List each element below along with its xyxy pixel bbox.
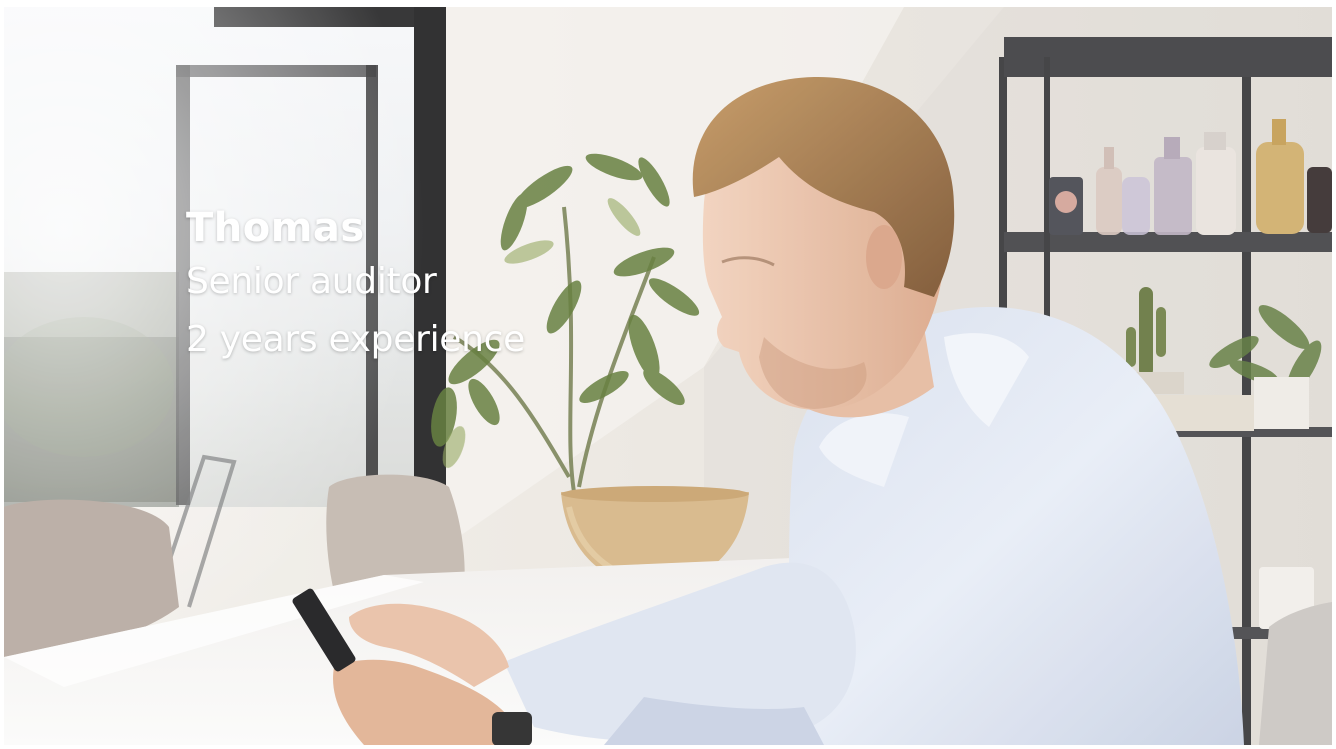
video-frame: Thomas Senior auditor 2 years experience <box>4 7 1332 745</box>
person-name: Thomas <box>186 205 365 251</box>
office-scene <box>4 7 1332 745</box>
person-caption: Thomas Senior auditor 2 years experience <box>186 203 525 369</box>
person-experience: 2 years experience <box>186 319 525 360</box>
person-role: Senior auditor <box>186 261 437 302</box>
